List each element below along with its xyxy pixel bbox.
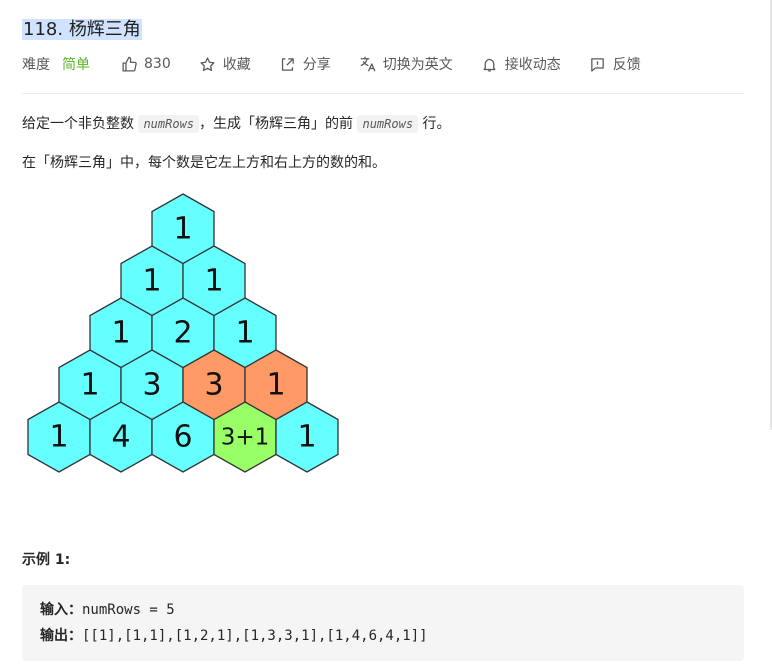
example-code-block: 输入：numRows = 5 输出：[[1],[1,1],[1,2,1],[1,… [22, 585, 744, 661]
example-input-label: 输入： [40, 602, 82, 618]
pascal-triangle-image: 11 11 2 11 3 3 11 4 6 3+1 1 [27, 193, 339, 473]
problem-number: 118. [23, 19, 64, 40]
triangle-cell-label-r1-c1: 1 [204, 264, 223, 299]
thumbs-up-icon [120, 55, 138, 73]
like-count: 830 [144, 56, 171, 72]
triangle-cell-label-r2-c0: 1 [111, 316, 130, 351]
inline-code-numrows-2: numRows [357, 115, 419, 133]
difficulty-label: 难度 [22, 57, 50, 73]
triangle-cell-label-r2-c2: 1 [235, 316, 254, 351]
translate-button[interactable]: 切换为英文 [359, 54, 453, 74]
subscribe-button[interactable]: 接收动态 [481, 54, 561, 74]
translate-icon [359, 55, 377, 73]
triangle-cell-label-r4-c4: 1 [297, 420, 316, 455]
inline-code-numrows-1: numRows [138, 115, 200, 133]
triangle-cell-label-r4-c3: 3+1 [221, 425, 270, 451]
subscribe-label: 接收动态 [504, 57, 561, 73]
description-paragraph-1: 给定一个非负整数 numRows ，生成「杨辉三角」的前 numRows 行。 [22, 113, 451, 135]
example-input-line: 输入：numRows = 5 [40, 600, 175, 620]
desc1-text-after: 行。 [418, 116, 451, 132]
triangle-cell-label-r3-c0: 1 [80, 368, 99, 403]
desc1-text-before: 给定一个非负整数 [22, 116, 139, 132]
problem-title-text: 118. 杨辉三角 [22, 19, 142, 40]
triangle-cell-label-r4-c0: 1 [49, 420, 68, 455]
translate-label: 切换为英文 [382, 57, 453, 73]
triangle-cell-label-r4-c1: 4 [111, 420, 130, 455]
problem-title: 118. 杨辉三角 [22, 17, 142, 43]
example-input-value: numRows = 5 [82, 602, 175, 618]
triangle-cell-label-r1-c0: 1 [142, 264, 161, 299]
description-paragraph-2: 在「杨辉三角」中，每个数是它左上方和右上方的数的和。 [22, 155, 386, 171]
triangle-cell-label-r3-c1: 3 [142, 368, 161, 403]
share-icon [279, 55, 297, 73]
favorite-label: 收藏 [222, 57, 251, 73]
problem-page: 118. 杨辉三角 难度 简单 830 收藏 分享 切换为英文 接收动态 反馈 … [0, 0, 772, 671]
like-button[interactable]: 830 [120, 55, 171, 73]
feedback-icon [589, 55, 607, 73]
example-output-label: 输出： [40, 628, 82, 644]
bell-icon [481, 55, 499, 73]
desc1-text-middle: ，生成「杨辉三角」的前 [199, 116, 358, 132]
share-label: 分享 [302, 57, 331, 73]
triangle-cell-label-r3-c3: 1 [266, 368, 285, 403]
triangle-cell-label-r3-c2: 3 [204, 368, 223, 403]
feedback-button[interactable]: 反馈 [589, 54, 641, 74]
triangle-cell-label-r0-c0: 1 [173, 212, 192, 247]
problem-meta-bar: 难度 简单 830 收藏 分享 切换为英文 接收动态 反馈 [22, 52, 669, 76]
header-divider [22, 93, 744, 94]
star-icon [199, 55, 217, 73]
favorite-button[interactable]: 收藏 [199, 54, 251, 74]
triangle-cell-label-r2-c1: 2 [173, 316, 192, 351]
example-title: 示例 1: [22, 552, 71, 568]
problem-name: 杨辉三角 [68, 19, 141, 40]
example-output-value: [[1],[1,1],[1,2,1],[1,3,3,1],[1,4,6,4,1]… [82, 628, 428, 644]
feedback-label: 反馈 [612, 57, 641, 73]
triangle-cell-label-r4-c2: 6 [173, 420, 192, 455]
difficulty-value: 简单 [62, 57, 90, 73]
share-button[interactable]: 分享 [279, 54, 331, 74]
example-output-line: 输出：[[1],[1,1],[1,2,1],[1,3,3,1],[1,4,6,4… [40, 626, 428, 646]
